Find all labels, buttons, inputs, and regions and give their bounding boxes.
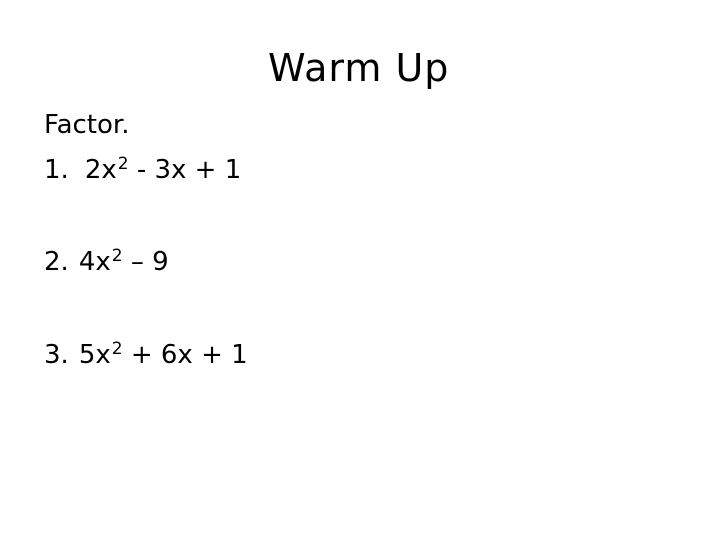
- slide-title: Warm Up: [268, 46, 450, 90]
- problem-number: 1.: [44, 155, 69, 185]
- exponent: 2: [111, 246, 123, 266]
- problem-3: 3. 5x2 + 6x + 1: [44, 338, 248, 375]
- problem-term: 2x: [84, 155, 117, 185]
- problem-1: 1. 2x2 - 3x + 1: [44, 153, 241, 190]
- problem-2: 2. 4x2 – 9: [44, 245, 169, 282]
- exponent: 2: [111, 339, 123, 359]
- problem-rest: + 6x + 1: [122, 340, 248, 370]
- instruction-text: Factor.: [44, 110, 130, 140]
- problem-number: 2.: [44, 247, 69, 277]
- problem-rest: – 9: [122, 247, 169, 277]
- problem-term: 4x: [78, 247, 111, 277]
- problem-term: 5x: [78, 340, 111, 370]
- problem-rest: - 3x + 1: [128, 155, 242, 185]
- problem-number: 3.: [44, 340, 69, 370]
- exponent: 2: [117, 154, 129, 174]
